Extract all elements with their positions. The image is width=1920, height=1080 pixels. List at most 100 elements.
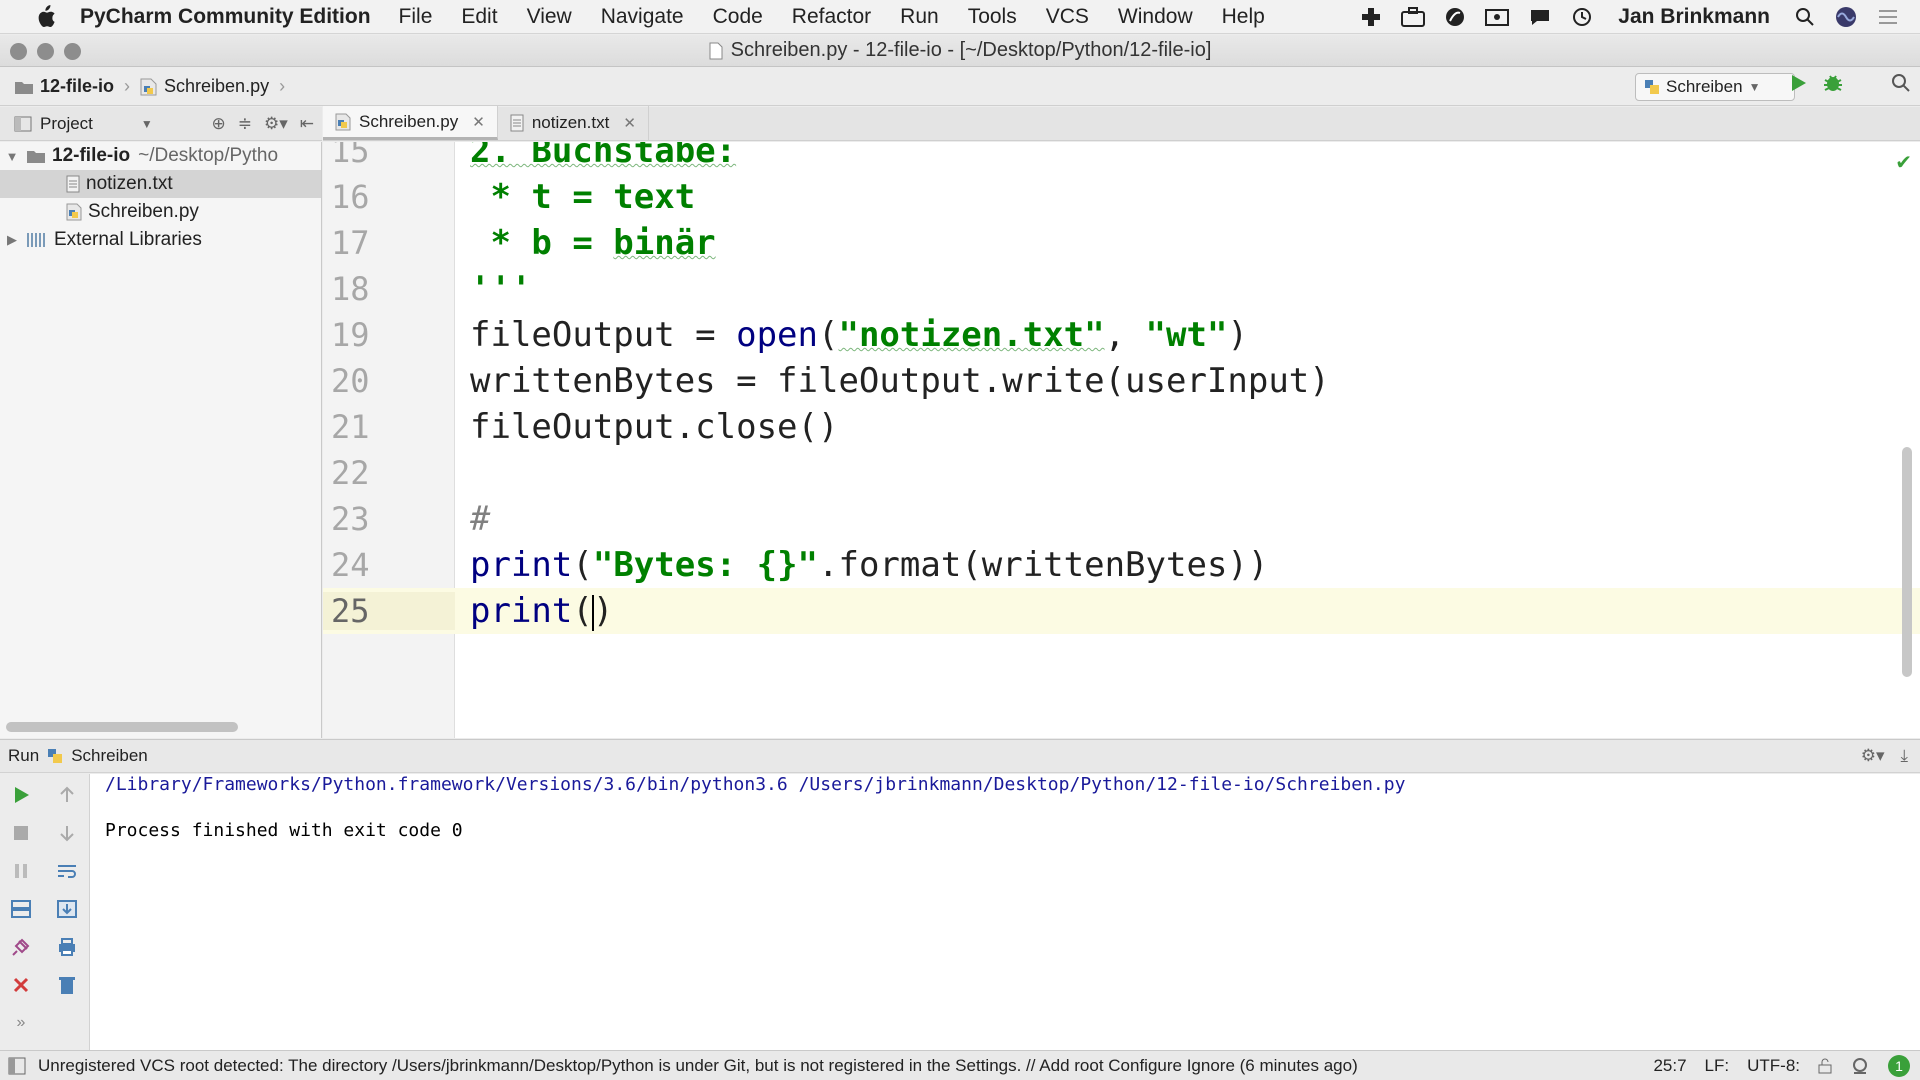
zoom-window-button[interactable] xyxy=(64,43,81,60)
run-config-name[interactable]: Schreiben xyxy=(71,746,148,766)
gear-icon[interactable]: ⚙▾ xyxy=(1861,746,1885,766)
menu-run[interactable]: Run xyxy=(900,5,939,29)
tab-label: notizen.txt xyxy=(531,113,610,132)
menu-code[interactable]: Code xyxy=(713,5,763,29)
code-text: 2. Buchstabe: xyxy=(470,142,736,171)
code-editor[interactable]: ✔ 15 2. Buchstabe: 16 * t = text 17 * b … xyxy=(323,142,1920,738)
status-message[interactable]: Unregistered VCS root detected: The dire… xyxy=(38,1056,1358,1076)
close-window-button[interactable] xyxy=(10,43,27,60)
code-line-25: 25 print() xyxy=(323,588,1920,634)
rerun-icon[interactable] xyxy=(6,780,36,810)
app-name[interactable]: PyCharm Community Edition xyxy=(80,5,371,29)
scroll-to-end-icon[interactable] xyxy=(52,894,82,924)
menu-edit[interactable]: Edit xyxy=(461,5,497,29)
minimize-window-button[interactable] xyxy=(37,43,54,60)
project-tree: ▼ 12-file-io ~/Desktop/Pytho notizen.txt… xyxy=(0,142,322,738)
console-line: /Library/Frameworks/Python.framework/Ver… xyxy=(105,774,1406,795)
breadcrumb-project[interactable]: 12-file-io xyxy=(40,76,114,97)
code-text: fileOutput = open("notizen.txt", "wt") xyxy=(470,315,1248,355)
more-icon[interactable]: » xyxy=(6,1008,36,1038)
layout-icon[interactable] xyxy=(6,894,36,924)
run-panel: » /Library/Frameworks/Python.framework/V… xyxy=(0,774,1920,1050)
tree-item-schreiben-py[interactable]: Schreiben.py xyxy=(0,198,321,226)
run-icon[interactable] xyxy=(1788,73,1808,93)
time-machine-icon[interactable] xyxy=(1570,6,1594,28)
lock-icon[interactable] xyxy=(1818,1058,1832,1074)
project-panel-title[interactable]: Project xyxy=(40,114,93,134)
locate-file-icon[interactable]: ⊕ xyxy=(211,114,225,134)
run-toolbar: » xyxy=(0,774,90,1050)
tool-window-toggle-icon[interactable] xyxy=(8,1057,26,1075)
search-everywhere-icon[interactable] xyxy=(1890,72,1912,94)
chevron-down-icon[interactable]: ▼ xyxy=(141,117,153,131)
soft-wrap-icon[interactable] xyxy=(52,856,82,886)
horizontal-scrollbar[interactable] xyxy=(6,722,238,732)
tab-notizen-txt[interactable]: notizen.txt ✕ xyxy=(498,106,649,140)
caret-position[interactable]: 25:7 xyxy=(1653,1056,1686,1076)
apple-icon[interactable] xyxy=(30,4,60,29)
collapse-all-icon[interactable]: ≑ xyxy=(238,114,252,134)
comment-text: # xyxy=(470,499,491,539)
file-encoding[interactable]: UTF-8: xyxy=(1747,1056,1800,1076)
line-number: 15 xyxy=(331,142,370,170)
arrow-up-icon[interactable] xyxy=(52,780,82,810)
debug-icon[interactable] xyxy=(1822,72,1844,94)
run-panel-label[interactable]: Run xyxy=(8,746,39,766)
notification-list-icon[interactable] xyxy=(1876,7,1900,27)
tab-schreiben-py[interactable]: Schreiben.py ✕ xyxy=(323,106,498,140)
expand-arrow-icon[interactable]: ▶ xyxy=(4,232,20,248)
run-configuration-select[interactable]: Schreiben ▼ xyxy=(1635,73,1795,101)
code-line-17: 17 * b = binär xyxy=(323,220,1920,266)
tree-item-project-root[interactable]: ▼ 12-file-io ~/Desktop/Pytho xyxy=(0,142,321,170)
plus-cross-icon[interactable] xyxy=(1360,6,1382,28)
pause-icon[interactable] xyxy=(6,856,36,886)
user-name[interactable]: Jan Brinkmann xyxy=(1618,5,1770,29)
hide-panel-icon[interactable]: ⇤ xyxy=(300,114,314,134)
line-separator[interactable]: LF: xyxy=(1705,1056,1730,1076)
menu-help[interactable]: Help xyxy=(1222,5,1265,29)
menu-navigate[interactable]: Navigate xyxy=(601,5,684,29)
menu-vcs[interactable]: VCS xyxy=(1046,5,1089,29)
code-token: ( xyxy=(818,315,839,355)
leaf-icon[interactable] xyxy=(1444,6,1466,28)
code-token: , xyxy=(1104,315,1146,355)
event-log-badge[interactable]: 1 xyxy=(1888,1054,1910,1077)
gear-icon[interactable]: ⚙▾ xyxy=(264,114,288,134)
close-icon[interactable] xyxy=(6,970,36,1000)
search-icon[interactable] xyxy=(1794,6,1816,28)
project-panel-header: Project ▼ ⊕ ≑ ⚙▾ ⇤ xyxy=(0,107,322,141)
code-text: * b = binär xyxy=(470,223,715,263)
screen-record-icon[interactable] xyxy=(1484,6,1510,28)
arrow-down-icon[interactable] xyxy=(52,818,82,848)
pin-icon[interactable] xyxy=(6,932,36,962)
vertical-scrollbar[interactable] xyxy=(1902,447,1912,677)
inspector-icon[interactable] xyxy=(1850,1057,1870,1075)
siri-icon[interactable] xyxy=(1834,5,1858,29)
docstring-text: 2. Buchstabe: xyxy=(470,142,737,171)
builtin-token: open xyxy=(736,315,818,355)
close-tab-icon[interactable]: ✕ xyxy=(623,114,636,132)
print-icon[interactable] xyxy=(52,932,82,962)
menu-refactor[interactable]: Refactor xyxy=(792,5,871,29)
tree-item-external-libraries[interactable]: ▶ External Libraries xyxy=(0,226,321,254)
code-line-22: 22 xyxy=(323,450,1920,496)
code-text: print() xyxy=(470,591,613,631)
file-name: Schreiben.py xyxy=(88,201,199,222)
hide-panel-icon[interactable]: ⤓ xyxy=(1900,746,1908,766)
menu-tools[interactable]: Tools xyxy=(968,5,1017,29)
event-log-count: 1 xyxy=(1895,1057,1903,1074)
tree-item-notizen-txt[interactable]: notizen.txt xyxy=(0,170,321,198)
menu-window[interactable]: Window xyxy=(1118,5,1193,29)
expand-arrow-icon[interactable]: ▼ xyxy=(4,149,20,164)
close-tab-icon[interactable]: ✕ xyxy=(472,113,485,131)
menu-file[interactable]: File xyxy=(399,5,433,29)
stop-icon[interactable] xyxy=(6,818,36,848)
briefcase-icon[interactable] xyxy=(1400,6,1426,28)
line-number: 21 xyxy=(331,408,370,446)
chat-bubble-icon[interactable] xyxy=(1528,6,1552,28)
docstring-text: * b = xyxy=(470,223,614,263)
breadcrumb-file[interactable]: Schreiben.py xyxy=(164,76,269,97)
console-output[interactable]: /Library/Frameworks/Python.framework/Ver… xyxy=(105,774,1405,842)
menu-view[interactable]: View xyxy=(527,5,572,29)
trash-icon[interactable] xyxy=(52,970,82,1000)
